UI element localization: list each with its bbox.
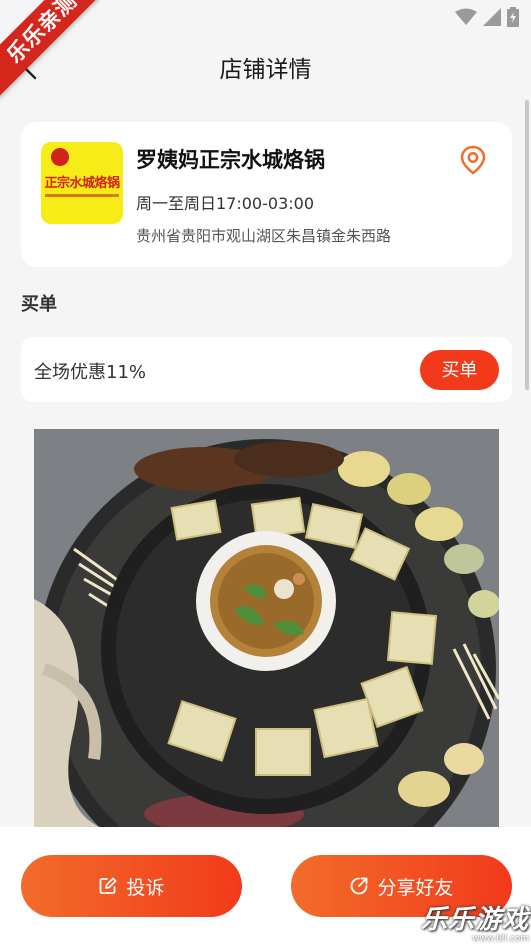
- store-address: 贵州省贵阳市观山湖区朱昌镇金朱西路: [136, 227, 392, 245]
- brand-watermark: 乐乐游戏 www.6ll.com: [413, 899, 529, 944]
- edit-icon: [98, 876, 118, 896]
- store-name: 罗姨妈正宗水城烙锅: [136, 148, 325, 172]
- wifi-icon: [455, 8, 477, 26]
- section-title-pay: 买单: [21, 294, 57, 315]
- page-title: 店铺详情: [219, 57, 312, 83]
- watermark-brand: 乐乐游戏: [420, 905, 529, 935]
- complaint-label: 投诉: [126, 877, 165, 899]
- store-card: 正宗水城烙锅 罗姨妈正宗水城烙锅 周一至周日17:00-03:00 贵州省贵阳市…: [21, 122, 512, 267]
- logo-text: 正宗水城烙锅: [44, 176, 120, 191]
- status-icons: [455, 7, 519, 27]
- store-photo: [34, 429, 499, 829]
- discount-text: 全场优惠11%: [34, 362, 147, 383]
- complaint-button[interactable]: 投诉: [21, 855, 242, 917]
- share-icon: [349, 876, 369, 896]
- battery-icon: [507, 7, 519, 27]
- store-logo: 正宗水城烙锅: [41, 142, 123, 224]
- pay-button[interactable]: 买单: [420, 350, 499, 390]
- store-hours: 周一至周日17:00-03:00: [136, 194, 314, 213]
- header: 店铺详情: [0, 36, 531, 98]
- map-pin-icon[interactable]: [457, 144, 489, 176]
- share-label: 分享好友: [377, 877, 454, 899]
- signal-icon: [483, 8, 501, 26]
- scrollbar[interactable]: [525, 100, 529, 390]
- discount-card: 全场优惠11% 买单: [21, 337, 512, 402]
- logo-divider: [45, 194, 119, 197]
- logo-badge-icon: [51, 148, 69, 166]
